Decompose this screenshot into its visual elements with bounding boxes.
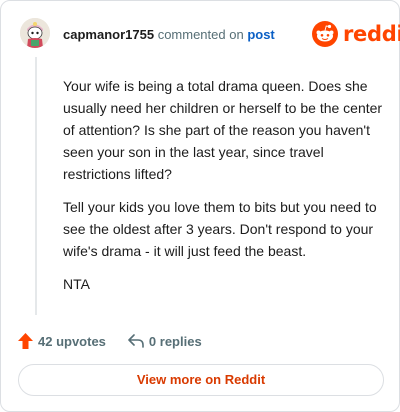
view-more-button[interactable]: View more on Reddit [18, 364, 384, 396]
thread-line [35, 57, 37, 315]
replies-button[interactable]: 0 replies [128, 334, 202, 349]
comment-header: capmanor1755 commented on post [63, 27, 275, 42]
upvote-arrow-icon [18, 333, 33, 349]
post-link[interactable]: post [247, 27, 274, 42]
reply-count: 0 replies [148, 333, 202, 349]
reply-arrow-icon [128, 334, 144, 348]
comment-paragraph: Tell your kids you love them to bits but… [63, 199, 377, 259]
snoo-avatar-icon [20, 18, 50, 48]
comment-paragraph: Your wife is being a total drama queen. … [63, 78, 383, 182]
comment-body: Your wife is being a total drama queen. … [63, 75, 383, 306]
username-link[interactable]: capmanor1755 [63, 27, 154, 42]
reddit-comment-embed: capmanor1755 commented on post reddit Yo… [0, 0, 400, 412]
commented-on-text: commented on [157, 27, 244, 42]
upvote-button[interactable]: 42 upvotes [18, 333, 106, 349]
comment-actions: 42 upvotes 0 replies [18, 331, 202, 351]
user-avatar[interactable] [20, 18, 50, 48]
reddit-logo-icon [312, 21, 338, 47]
upvote-count: 42 upvotes [38, 333, 106, 349]
reddit-wordmark: reddit [343, 22, 400, 46]
comment-paragraph: NTA [63, 276, 90, 292]
reddit-brand[interactable]: reddit [312, 21, 400, 47]
